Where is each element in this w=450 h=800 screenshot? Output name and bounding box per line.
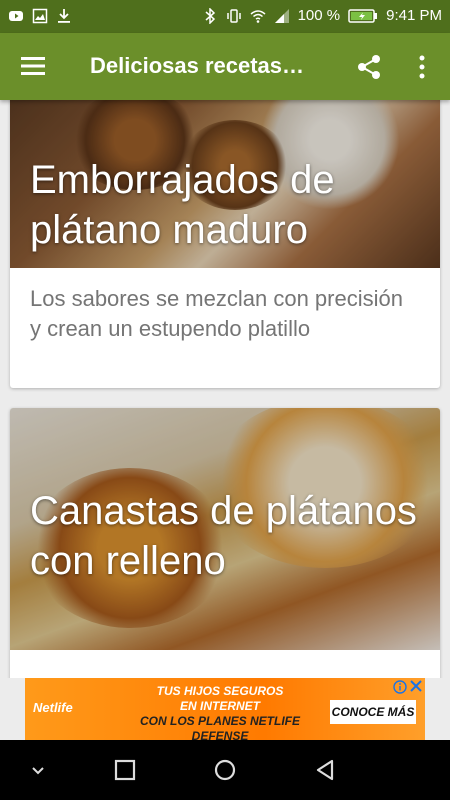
share-icon[interactable]: [355, 53, 383, 81]
clock: 9:41 PM: [386, 7, 442, 24]
more-vert-icon[interactable]: [414, 53, 430, 81]
recipe-image: Canastas de plátanos con relleno: [10, 408, 440, 650]
ad-banner[interactable]: Netlife TUS HIJOS SEGUROS EN INTERNET CO…: [25, 678, 425, 740]
ad-area: Netlife TUS HIJOS SEGUROS EN INTERNET CO…: [0, 678, 450, 740]
app-title: Deliciosas recetas…: [90, 53, 305, 78]
recipe-description: Los sabores se mezclan con precisión y c…: [30, 286, 403, 341]
image-icon: [32, 8, 48, 24]
ad-line-1: TUS HIJOS SEGUROS: [156, 684, 284, 698]
ad-line-3: CON LOS PLANES NETLIFE DEFENSE: [139, 714, 300, 740]
youtube-icon: [9, 11, 23, 21]
ad-cta-button[interactable]: CONOCE MÁS: [330, 700, 416, 724]
ad-brand: Netlife: [33, 700, 73, 715]
signal-icon: [274, 8, 289, 23]
battery-icon: [348, 8, 378, 23]
download-icon: [58, 9, 70, 23]
navigation-bar: [0, 740, 450, 800]
recipe-card[interactable]: Emborrajados de plátano maduro Los sabor…: [10, 100, 440, 388]
recipe-card[interactable]: Canastas de plátanos con relleno: [10, 408, 440, 678]
ad-line-2: EN INTERNET: [179, 699, 260, 713]
back-icon[interactable]: [311, 756, 339, 784]
ad-copy: TUS HIJOS SEGUROS EN INTERNET CON LOS PL…: [120, 684, 320, 740]
recipe-title: Emborrajados de plátano maduro: [30, 158, 335, 252]
ad-info-icon[interactable]: [393, 680, 407, 694]
status-bar: 100 % 9:41 PM: [0, 0, 450, 33]
app-bar: Deliciosas recetas…: [0, 33, 450, 100]
bluetooth-icon: [205, 7, 215, 24]
recipe-list[interactable]: Emborrajados de plátano maduro Los sabor…: [0, 100, 450, 678]
battery-percent: 100 %: [297, 7, 341, 24]
recipe-description: [10, 650, 440, 678]
recipe-image: Emborrajados de plátano maduro: [10, 100, 440, 268]
menu-icon[interactable]: [20, 55, 46, 77]
recipe-title: Canastas de plátanos con relleno: [30, 489, 417, 583]
home-icon[interactable]: [211, 756, 239, 784]
vibrate-icon: [226, 8, 241, 23]
wifi-icon: [250, 9, 266, 23]
ad-close-icon[interactable]: [409, 678, 423, 694]
recents-icon[interactable]: [111, 756, 139, 784]
hide-keyboard-icon[interactable]: [24, 756, 52, 784]
